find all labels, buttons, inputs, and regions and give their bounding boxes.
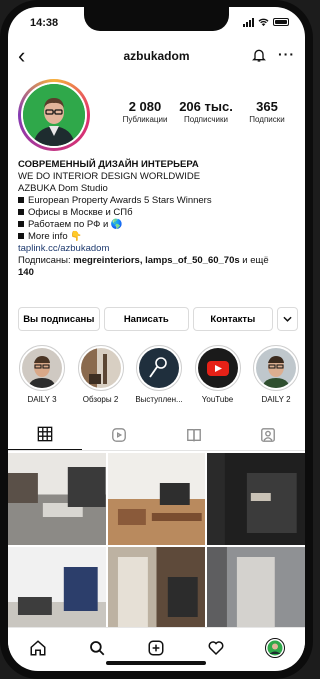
tagged-icon[interactable] <box>231 419 305 450</box>
highlight-reviews-2[interactable]: Обзоры 2 <box>73 345 129 404</box>
highlight-youtube[interactable]: YouTube <box>190 345 246 404</box>
bio-line: WE DO INTERIOR DESIGN WORLDWIDE <box>18 171 201 182</box>
stat-value: 206 тыс. <box>179 99 233 114</box>
bio-item: More info 👇 <box>18 231 298 243</box>
bio-item: European Property Awards 5 Stars Winners <box>18 195 298 207</box>
guide-icon[interactable] <box>157 419 231 450</box>
following-button[interactable]: Вы подписаны <box>18 307 100 331</box>
bio-name: СОВРЕМЕННЫЙ ДИЗАЙН ИНТЕРЬЕРА <box>18 159 199 170</box>
profile-bio: СОВРЕМЕННЫЙ ДИЗАЙН ИНТЕРЬЕРА WE DO INTER… <box>18 159 298 279</box>
wifi-icon <box>258 18 269 26</box>
followed-by[interactable]: Подписаны: megreinteriors, lamps_of_50_6… <box>18 255 298 279</box>
search-icon[interactable] <box>83 634 111 662</box>
status-time: 14:38 <box>30 17 59 29</box>
highlight-cover <box>80 348 121 388</box>
highlight-label: Выступлен... <box>135 395 183 404</box>
bio-line: AZBUKA Dom Studio <box>18 183 108 194</box>
screen: 14:38 ‹ azbukadom ··· 2 080 Публикации 2… <box>8 7 305 671</box>
contacts-button[interactable]: Контакты <box>192 307 273 331</box>
chevron-down-icon[interactable] <box>276 307 298 331</box>
highlight-daily-2[interactable]: DAILY 2 <box>248 345 304 404</box>
battery-icon <box>273 18 289 26</box>
stat-value: 365 <box>256 99 278 114</box>
highlight-label: YouTube <box>201 395 234 404</box>
highlight-cover <box>22 348 62 388</box>
square-bullet-icon <box>18 197 24 203</box>
stat-followers[interactable]: 206 тыс. Подписчики <box>177 99 235 124</box>
highlight-label: DAILY 3 <box>27 395 57 404</box>
stat-value: 2 080 <box>128 99 162 114</box>
status-bar: 14:38 <box>8 13 305 33</box>
highlight-label: DAILY 2 <box>261 395 291 404</box>
profile-avatar <box>23 84 85 146</box>
bio-item: Работаем по РФ и 🌎 <box>18 219 298 231</box>
profile-avatar[interactable] <box>261 634 289 662</box>
post-thumbnail[interactable] <box>207 547 305 639</box>
youtube-icon <box>197 348 238 388</box>
add-post-icon[interactable] <box>142 634 170 662</box>
home-indicator <box>106 661 206 665</box>
profile-stats: 2 080 Публикации 206 тыс. Подписчики 365… <box>116 99 296 124</box>
post-thumbnail[interactable] <box>8 453 106 545</box>
profile-avatar-ring[interactable] <box>18 79 90 151</box>
square-bullet-icon <box>18 233 24 239</box>
bell-icon[interactable] <box>251 47 267 68</box>
bio-link[interactable]: taplink.cc/azbukadom <box>18 243 298 255</box>
heart-icon[interactable] <box>202 634 230 662</box>
home-icon[interactable] <box>24 634 52 662</box>
more-horizontal-icon[interactable]: ··· <box>278 46 295 62</box>
microphone-icon <box>139 348 179 388</box>
grid-icon[interactable] <box>8 419 83 450</box>
signal-icon <box>243 17 254 27</box>
profile-tabs <box>8 419 305 451</box>
story-highlights: DAILY 3 Обзоры 2 Выступлен... YouTube DA… <box>14 345 304 404</box>
post-thumbnail[interactable] <box>107 547 206 639</box>
stat-label: Подписчики <box>183 115 228 124</box>
stat-posts[interactable]: 2 080 Публикации <box>116 99 174 124</box>
status-icons <box>243 17 289 27</box>
profile-actions: Вы подписаны Написать Контакты <box>18 307 298 331</box>
stat-label: Публикации <box>122 115 168 124</box>
post-grid <box>8 453 305 639</box>
post-thumbnail[interactable] <box>8 547 106 639</box>
reels-icon[interactable] <box>82 419 156 450</box>
message-button[interactable]: Написать <box>103 307 189 331</box>
profile-header: ‹ azbukadom ··· <box>8 43 305 71</box>
post-thumbnail[interactable] <box>107 453 206 545</box>
phone-frame: 14:38 ‹ azbukadom ··· 2 080 Публикации 2… <box>0 0 313 679</box>
square-bullet-icon <box>18 209 24 215</box>
stat-label: Подписки <box>249 115 285 124</box>
person-photo <box>23 84 85 146</box>
highlight-daily-3[interactable]: DAILY 3 <box>14 345 70 404</box>
highlight-cover <box>256 348 296 388</box>
bio-item: Офисы в Москве и СПб <box>18 207 298 219</box>
post-thumbnail[interactable] <box>207 453 305 545</box>
highlight-label: Обзоры 2 <box>82 395 119 404</box>
highlight-talks[interactable]: Выступлен... <box>131 345 187 404</box>
square-bullet-icon <box>18 221 24 227</box>
stat-following[interactable]: 365 Подписки <box>238 99 296 124</box>
